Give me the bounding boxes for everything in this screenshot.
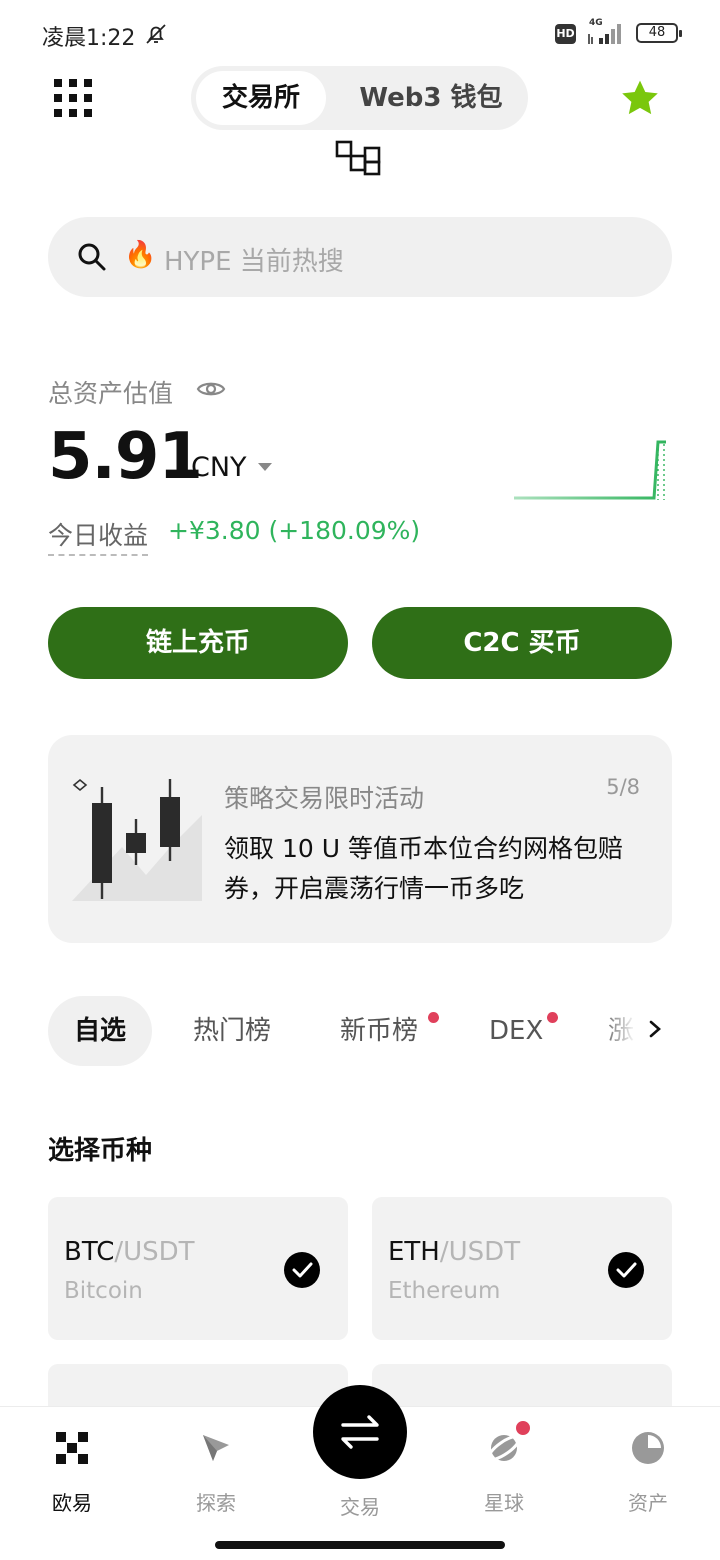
compass-icon — [203, 1435, 229, 1461]
new-indicator-dot — [428, 1012, 439, 1023]
coin-base: ETH — [388, 1237, 440, 1267]
check-circle-icon[interactable] — [284, 1252, 320, 1288]
coin-card-eth[interactable]: ETH/USDT Ethereum — [372, 1197, 672, 1340]
promo-banner[interactable]: 策略交易限时活动 5/8 领取 10 U 等值币本位合约网格包赔券，开启震荡行情… — [48, 735, 672, 943]
signal-icon — [588, 24, 621, 44]
nav-label: 星球 — [484, 1491, 524, 1515]
coin-base: BTC — [64, 1237, 115, 1267]
status-bar: 凌晨1:22 HD 4G 48 — [0, 0, 720, 66]
fire-icon: 🔥 — [124, 240, 157, 270]
section-title: 选择币种 — [48, 1136, 153, 1166]
grid-menu-icon[interactable] — [54, 79, 92, 117]
nav-explore[interactable]: 探索 — [156, 1429, 276, 1516]
banner-title: 策略交易限时活动 — [224, 784, 425, 813]
total-assets-value: 5.91 — [48, 420, 203, 494]
tab-favorites[interactable]: 自选 — [48, 996, 152, 1066]
nav-label: 探索 — [196, 1491, 236, 1515]
bell-off-icon — [146, 24, 166, 44]
banner-pager: 5/8 — [606, 775, 640, 799]
okx-logo-icon — [335, 140, 381, 176]
search-bar[interactable]: 🔥 HYPE 当前热搜 — [48, 217, 672, 297]
bottom-nav: 欧易 探索 交易 星球 资产 — [0, 1385, 720, 1560]
currency-selector[interactable]: CNY — [191, 452, 247, 483]
top-nav: 交易所 Web3 钱包 — [0, 66, 720, 130]
star-icon[interactable] — [618, 76, 662, 120]
tab-exchange[interactable]: 交易所 — [196, 71, 326, 125]
home-indicator[interactable] — [215, 1541, 505, 1549]
tab-web3-wallet[interactable]: Web3 钱包 — [341, 71, 521, 125]
c2c-buy-button[interactable]: C2C 买币 — [372, 607, 672, 679]
mode-switch: 交易所 Web3 钱包 — [191, 66, 528, 130]
nav-label[interactable]: 交易 — [300, 1491, 420, 1520]
trade-button[interactable] — [313, 1385, 407, 1479]
coin-card-btc[interactable]: BTC/USDT Bitcoin — [48, 1197, 348, 1340]
nav-label: 资产 — [628, 1491, 668, 1515]
coin-pair: ETH/USDT — [388, 1237, 520, 1267]
nav-assets[interactable]: 资产 — [588, 1429, 708, 1516]
onchain-deposit-button[interactable]: 链上充币 — [48, 607, 348, 679]
nav-label: 欧易 — [52, 1491, 92, 1515]
nav-home[interactable]: 欧易 — [12, 1429, 132, 1516]
search-icon — [78, 243, 106, 271]
asset-sparkline — [514, 440, 666, 500]
caret-down-icon[interactable] — [258, 463, 272, 471]
chevron-right-icon[interactable] — [644, 1014, 666, 1044]
market-tabs: 自选 热门榜 新币榜 DEX 涨 — [0, 996, 720, 1066]
coin-name: Ethereum — [388, 1278, 501, 1304]
today-pnl-value: +¥3.80 (+180.09%) — [168, 516, 421, 545]
banner-description: 领取 10 U 等值币本位合约网格包赔券，开启震荡行情一币多吃 — [224, 834, 623, 903]
swap-arrows-icon — [341, 1415, 379, 1449]
search-placeholder: HYPE 当前热搜 — [164, 247, 344, 277]
coin-quote: /USDT — [439, 1237, 521, 1267]
coin-name: Bitcoin — [64, 1278, 143, 1304]
battery-indicator: 48 — [636, 23, 682, 43]
tab-new-coins[interactable]: 新币榜 — [340, 996, 418, 1066]
check-circle-icon[interactable] — [608, 1252, 644, 1288]
today-pnl-label[interactable]: 今日收益 — [48, 516, 149, 556]
coin-quote: /USDT — [114, 1237, 195, 1267]
nav-planet[interactable]: 星球 — [444, 1429, 564, 1516]
okx-logo-icon — [56, 1432, 88, 1464]
total-assets-label: 总资产估值 — [48, 379, 174, 408]
pie-chart-icon — [632, 1432, 664, 1464]
eye-icon[interactable] — [196, 376, 226, 402]
notification-dot — [514, 1419, 532, 1437]
tab-hot[interactable]: 热门榜 — [193, 996, 271, 1066]
hd-badge: HD — [555, 24, 576, 44]
coin-pair: BTC/USDT — [64, 1237, 195, 1267]
status-time: 凌晨1:22 — [42, 26, 136, 51]
new-indicator-dot — [547, 1012, 558, 1023]
candlestick-chart-icon — [72, 778, 202, 901]
tab-dex[interactable]: DEX — [489, 996, 543, 1066]
